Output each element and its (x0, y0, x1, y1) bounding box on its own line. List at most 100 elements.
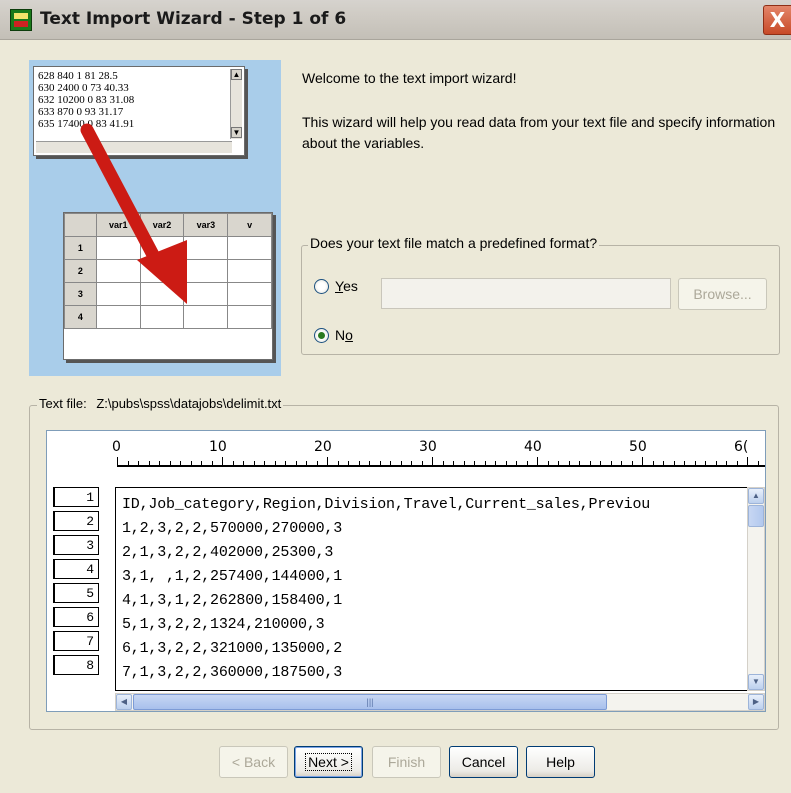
data-line: 1,2,3,2,2,570000,270000,3 (122, 520, 343, 537)
vertical-scroll-thumb[interactable] (748, 505, 764, 527)
ruler-tick (631, 461, 633, 465)
ruler-tick (736, 461, 738, 465)
preview-vertical-scrollbar[interactable]: ▲ ▼ (747, 487, 765, 691)
ruler-tick (348, 461, 349, 465)
ruler-tick (421, 461, 423, 465)
no-radio-label[interactable]: No (335, 327, 353, 343)
ruler-tick (159, 461, 160, 465)
row-number: 6 (53, 607, 99, 627)
horizontal-scroll-thumb[interactable]: ||| (133, 694, 607, 710)
ruler-label: 50 (629, 439, 647, 455)
finish-button: Finish (372, 746, 441, 778)
ruler-tick (327, 457, 328, 465)
ruler-tick (495, 461, 496, 465)
ruler-tick (663, 461, 664, 465)
text-file-path: Z:\pubs\spss\datajobs\delimit.txt (96, 396, 282, 411)
ruler-tick (684, 461, 685, 465)
ruler-tick (726, 461, 727, 465)
ruler-tick (369, 461, 370, 465)
ruler-tick (264, 461, 265, 465)
text-file-label: Text file: (39, 396, 87, 411)
ruler-tick (316, 461, 318, 465)
ruler-tick (747, 457, 748, 465)
ruler-tick (673, 461, 675, 465)
next-button-label: Next > (305, 753, 352, 771)
predefined-format-legend: Does your text file match a predefined f… (308, 235, 600, 251)
ruler-tick (694, 461, 696, 465)
ruler-tick (232, 461, 234, 465)
data-text-area[interactable]: ID,Job_category,Region,Division,Travel,C… (115, 487, 747, 691)
ruler-label: 20 (314, 439, 332, 455)
ruler-tick (453, 461, 454, 465)
data-line: 2,1,3,2,2,402000,25300,3 (122, 544, 334, 561)
yes-radio-label[interactable]: Yes (335, 278, 358, 294)
ruler-tick (537, 457, 538, 465)
ruler-tick (390, 461, 391, 465)
ruler-tick (600, 461, 601, 465)
back-button: < Back (219, 746, 288, 778)
row-number: 8 (53, 655, 99, 675)
ruler-tick (190, 461, 192, 465)
ruler-tick (306, 461, 307, 465)
cancel-button[interactable]: Cancel (449, 746, 518, 778)
data-line: 5,1,3,2,2,1324,210000,3 (122, 616, 325, 633)
ruler-label: 0 (112, 439, 121, 455)
scroll-left-icon[interactable]: ◀ (116, 694, 132, 710)
ruler-label: 10 (209, 439, 227, 455)
ruler-tick (400, 461, 402, 465)
row-number: 3 (53, 535, 99, 555)
ruler-tick (652, 461, 654, 465)
scroll-up-icon[interactable]: ▲ (748, 488, 764, 504)
scroll-right-icon[interactable]: ▶ (748, 694, 764, 710)
data-line: ID,Job_category,Region,Division,Travel,C… (122, 496, 651, 513)
ruler-tick (274, 461, 276, 465)
ruler-tick (432, 457, 433, 465)
ruler-tick (558, 461, 559, 465)
next-button[interactable]: Next > (294, 746, 363, 778)
scroll-down-icon[interactable]: ▼ (748, 674, 764, 690)
ruler-tick (474, 461, 475, 465)
ruler-tick (547, 461, 549, 465)
browse-button: Browse... (678, 278, 767, 310)
data-line: 6,1,3,2,2,321000,135000,2 (122, 640, 343, 657)
close-button[interactable]: X (763, 5, 791, 35)
data-preview[interactable]: 0 10 20 30 40 50 6( 1 2 3 4 5 6 7 8 ID,J… (46, 430, 766, 712)
ruler-tick (568, 461, 570, 465)
text-file-legend: Text file: Z:\pubs\spss\datajobs\delimit… (37, 396, 284, 411)
no-radio[interactable] (314, 328, 329, 343)
ruler-tick (201, 461, 202, 465)
ruler-label: 40 (524, 439, 542, 455)
ruler-tick (148, 461, 150, 465)
ruler-tick (337, 461, 339, 465)
preview-horizontal-scrollbar[interactable]: ◀ ||| ▶ (115, 693, 765, 711)
ruler-tick (169, 461, 171, 465)
row-number: 2 (53, 511, 99, 531)
ruler-tick (505, 461, 507, 465)
ruler-tick (621, 461, 622, 465)
ruler-tick (757, 461, 759, 465)
ruler-tick (243, 461, 244, 465)
ruler-tick (579, 461, 580, 465)
help-button[interactable]: Help (526, 746, 595, 778)
yes-radio[interactable] (314, 279, 329, 294)
row-number: 4 (53, 559, 99, 579)
ruler-tick (589, 461, 591, 465)
ruler-tick (705, 461, 706, 465)
ruler-tick (211, 461, 213, 465)
data-line: 4,1,3,1,2,262800,158400,1 (122, 592, 343, 609)
ruler-tick (411, 461, 412, 465)
ruler-tick (484, 461, 486, 465)
ruler-tick (379, 461, 381, 465)
window-title: Text Import Wizard - Step 1 of 6 (40, 9, 347, 29)
ruler-tick (610, 461, 612, 465)
ruler-tick (442, 461, 444, 465)
data-line: 7,1,3,2,2,360000,187500,3 (122, 664, 343, 681)
ruler-label: 6( (734, 439, 749, 455)
ruler-tick (358, 461, 360, 465)
ruler-tick (222, 457, 223, 465)
ruler-tick (253, 461, 255, 465)
import-arrow-icon (80, 123, 187, 304)
ruler-label: 30 (419, 439, 437, 455)
row-number: 1 (53, 487, 99, 507)
ruler-tick (516, 461, 517, 465)
